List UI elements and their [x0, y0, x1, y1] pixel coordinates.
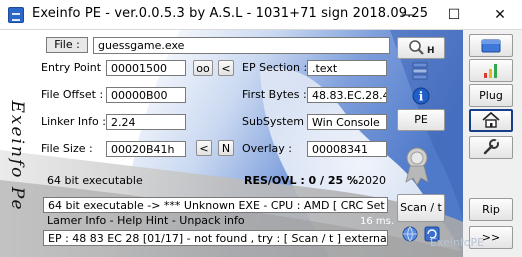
rip-button[interactable]: Rip [469, 198, 513, 221]
scan-time: 16 ms. [360, 216, 395, 227]
file-size-field[interactable]: 00020B41h [106, 141, 186, 157]
lamer-info-line: Lamer Info - Help Hint - Unpack info [47, 214, 245, 227]
ep-section-field[interactable]: .text [307, 60, 387, 76]
first-bytes-field[interactable]: 48.83.EC.28.48 [307, 87, 387, 103]
maximize-button[interactable]: ☐ [432, 0, 476, 30]
home-button[interactable] [469, 109, 513, 132]
file-size-prev-button[interactable]: < [196, 140, 212, 156]
close-button[interactable]: ✕ [478, 0, 522, 30]
file-offset-field[interactable]: 00000B00 [106, 87, 186, 103]
file-path-field[interactable]: guessgame.exe [93, 37, 390, 54]
svg-text:H: H [427, 46, 435, 56]
hex-search-button[interactable]: H [397, 37, 445, 59]
info-button[interactable]: i [397, 85, 445, 107]
pe-button[interactable]: PE [397, 109, 445, 131]
entry-point-label: Entry Point : [41, 61, 109, 74]
info-icon: i [412, 87, 430, 105]
linker-info-label: Linker Info : [41, 115, 106, 128]
window-title: Exeinfo PE - ver.0.0.5.3 by A.S.L - 1031… [32, 6, 429, 21]
vertical-logo: Exeinfo Pe [2, 86, 32, 226]
overlay-label: Overlay : [242, 142, 292, 155]
file-button[interactable]: File : [46, 37, 88, 53]
watermark-text: ExeinfoPE [430, 236, 485, 249]
first-bytes-label: First Bytes : [242, 88, 307, 101]
detection-result-line[interactable]: 64 bit executable -> *** Unknown EXE - C… [43, 197, 388, 213]
ep-signature-line[interactable]: EP : 48 83 EC 28 [01/17] - not found , t… [43, 230, 388, 246]
folder-icon [481, 39, 501, 53]
folder-button[interactable] [469, 34, 513, 57]
linker-info-field[interactable]: 2.24 [106, 114, 186, 130]
year-status: 2020 [358, 174, 386, 187]
tools-button[interactable] [469, 136, 513, 159]
svg-text:i: i [419, 90, 424, 104]
file-size-label: File Size : [41, 142, 93, 155]
file-offset-label: File Offset : [41, 88, 104, 101]
logo-text: Exeinfo Pe [7, 100, 27, 212]
app-icon [8, 7, 24, 23]
subsystem-label: SubSystem : [242, 115, 312, 128]
minimize-button[interactable]: — [386, 0, 430, 30]
magnifier-icon: H [409, 40, 435, 56]
bar-stats-icon [484, 64, 497, 78]
wrench-icon [483, 138, 500, 155]
plug-button[interactable]: Plug [469, 84, 513, 107]
home-icon [482, 111, 500, 128]
ep-section-label: EP Section : [242, 61, 308, 74]
oo-button[interactable]: oo [193, 60, 213, 76]
res-ovl-status: RES/OVL : 0 / 25 % [244, 174, 359, 187]
overlay-field[interactable]: 00008341 [307, 141, 387, 157]
stats-button[interactable] [469, 59, 513, 82]
scan-button[interactable]: Scan / t [397, 194, 445, 222]
entry-point-field[interactable]: 00001500 [106, 60, 186, 76]
sections-icon [412, 62, 428, 80]
sections-button[interactable] [397, 60, 445, 82]
title-bar: Exeinfo PE - ver.0.0.5.3 by A.S.L - 1031… [0, 0, 522, 30]
entry-point-prev-button[interactable]: < [218, 60, 234, 76]
subsystem-field[interactable]: Win Console [307, 114, 387, 130]
bits-status: 64 bit executable [47, 174, 143, 187]
file-size-n-button[interactable]: N [218, 140, 234, 156]
